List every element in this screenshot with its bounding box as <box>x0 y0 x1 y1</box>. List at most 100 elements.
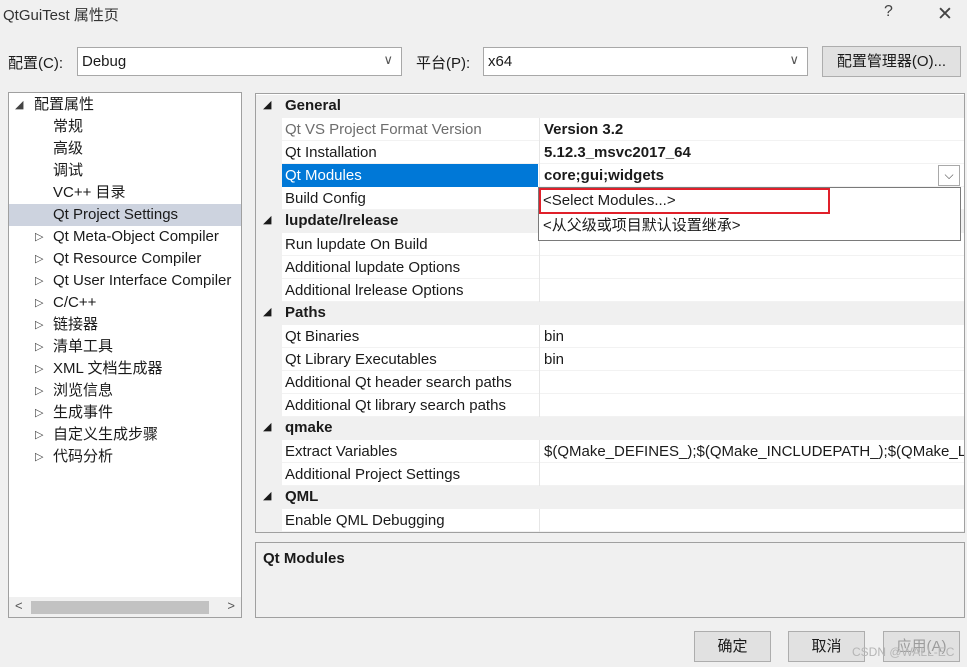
tree-item[interactable]: 高级 <box>9 138 241 160</box>
tree-item-label: C/C++ <box>53 294 97 311</box>
tree-item[interactable]: ▷ Qt User Interface Compiler <box>9 270 241 292</box>
property-value[interactable]: $(QMake_DEFINES_);$(QMake_INCLUDEPATH_);… <box>539 440 964 463</box>
tree-item[interactable]: Qt Project Settings <box>9 204 241 226</box>
window-title: QtGuiTest 属性页 <box>3 7 119 24</box>
property-name: Qt Binaries <box>285 328 360 345</box>
tree-item-label: 调试 <box>53 162 84 179</box>
row-gutter <box>256 325 282 348</box>
tree-item[interactable]: ▷ 链接器 <box>9 314 241 336</box>
property-value[interactable] <box>539 509 964 532</box>
property-name: Extract Variables <box>285 443 398 460</box>
tree-item[interactable]: ▷ 代码分析 <box>9 446 241 468</box>
tree-item-label: Qt Meta-Object Compiler <box>53 228 219 245</box>
collapse-icon[interactable]: ◢ <box>263 305 271 318</box>
horizontal-scrollbar[interactable]: < > <box>9 597 241 617</box>
expand-icon[interactable]: ▷ <box>35 402 43 424</box>
expand-icon[interactable]: ▷ <box>35 358 43 380</box>
row-gutter <box>256 256 282 279</box>
config-select[interactable]: Debug ∨ <box>77 47 402 76</box>
expand-icon[interactable]: ▷ <box>35 446 43 468</box>
tree-item[interactable]: ▷ 清单工具 <box>9 336 241 358</box>
platform-select[interactable]: x64 ∨ <box>483 47 808 76</box>
property-name: Qt Library Executables <box>285 351 437 368</box>
configuration-manager-button[interactable]: 配置管理器(O)... <box>822 46 961 77</box>
watermark: CSDN @WALL-EC <box>852 645 955 659</box>
dropdown-button[interactable]: ⌵ <box>938 165 960 186</box>
property-row[interactable]: Qt VS Project Format Version Version 3.2 <box>256 118 964 141</box>
property-row[interactable]: Enable QML Debugging <box>256 509 964 532</box>
category-row[interactable]: ◢ Paths <box>256 302 964 325</box>
tree-item[interactable]: ▷ XML 文档生成器 <box>9 358 241 380</box>
close-button[interactable]: ✕ <box>937 3 953 26</box>
help-button[interactable]: ? <box>884 3 893 21</box>
property-row[interactable]: Qt Binaries bin <box>256 325 964 348</box>
property-value[interactable]: core;gui;widgets <box>539 164 964 187</box>
property-name: Run lupdate On Build <box>285 236 428 253</box>
row-gutter <box>256 394 282 417</box>
category-label: Paths <box>285 304 326 321</box>
property-tree[interactable]: ◢ 配置属性 常规 高级 调试 VC++ 目录 Qt Project Settings ▷ Qt… <box>8 92 242 618</box>
scrollbar-thumb[interactable] <box>31 601 209 614</box>
row-gutter <box>256 164 282 187</box>
property-row[interactable]: Additional lupdate Options <box>256 256 964 279</box>
collapse-icon[interactable]: ◢ <box>15 94 23 116</box>
collapse-icon[interactable]: ◢ <box>263 489 271 502</box>
property-value[interactable] <box>539 279 964 302</box>
tree-item-label: Qt Resource Compiler <box>53 250 202 267</box>
platform-select-value: x64 <box>488 53 513 70</box>
chevron-down-icon: ∨ <box>383 52 393 67</box>
expand-icon[interactable]: ▷ <box>35 314 43 336</box>
property-row[interactable]: Additional lrelease Options <box>256 279 964 302</box>
tree-item[interactable]: VC++ 目录 <box>9 182 241 204</box>
row-gutter <box>256 463 282 486</box>
scroll-right-icon[interactable]: > <box>227 598 235 613</box>
property-value[interactable] <box>539 371 964 394</box>
tree-item[interactable]: ◢ 配置属性 <box>9 94 241 116</box>
property-value[interactable]: 5.12.3_msvc2017_64 <box>539 141 964 164</box>
property-row[interactable]: Qt Installation 5.12.3_msvc2017_64 <box>256 141 964 164</box>
row-gutter <box>256 141 282 164</box>
tree-item[interactable]: 常规 <box>9 116 241 138</box>
row-gutter <box>256 371 282 394</box>
tree-item-label: 链接器 <box>53 316 99 333</box>
ok-button[interactable]: 确定 <box>694 631 771 662</box>
category-row[interactable]: ◢ qmake <box>256 417 964 440</box>
tree-item[interactable]: ▷ C/C++ <box>9 292 241 314</box>
tree-item-label: 自定义生成步骤 <box>53 426 159 443</box>
expand-icon[interactable]: ▷ <box>35 226 43 248</box>
expand-icon[interactable]: ▷ <box>35 270 43 292</box>
property-row[interactable]: Qt Library Executables bin <box>256 348 964 371</box>
property-value[interactable] <box>539 463 964 486</box>
tree-item-label: XML 文档生成器 <box>53 360 163 377</box>
scroll-left-icon[interactable]: < <box>15 598 23 613</box>
expand-icon[interactable]: ▷ <box>35 248 43 270</box>
property-row[interactable]: Extract Variables $(QMake_DEFINES_);$(QMa… <box>256 440 964 463</box>
property-value[interactable] <box>539 394 964 417</box>
tree-item[interactable]: ▷ 自定义生成步骤 <box>9 424 241 446</box>
tree-item[interactable]: ▷ 浏览信息 <box>9 380 241 402</box>
property-row[interactable]: Additional Qt header search paths <box>256 371 964 394</box>
collapse-icon[interactable]: ◢ <box>263 420 271 433</box>
category-row[interactable]: ◢ QML <box>256 486 964 509</box>
property-name: Enable QML Debugging <box>285 512 445 529</box>
tree-item[interactable]: ▷ 生成事件 <box>9 402 241 424</box>
collapse-icon[interactable]: ◢ <box>263 98 271 111</box>
collapse-icon[interactable]: ◢ <box>263 213 271 226</box>
tree-item[interactable]: ▷ Qt Resource Compiler <box>9 248 241 270</box>
expand-icon[interactable]: ▷ <box>35 292 43 314</box>
property-row[interactable]: Additional Project Settings <box>256 463 964 486</box>
dropdown-option-inherit[interactable]: <从父级或项目默认设置继承> <box>543 214 741 235</box>
property-row[interactable]: Qt Modules core;gui;widgets ⌵ <box>256 164 964 187</box>
expand-icon[interactable]: ▷ <box>35 424 43 446</box>
property-grid[interactable]: ◢ General Qt VS Project Format Version Vers… <box>255 93 965 533</box>
tree-item[interactable]: ▷ Qt Meta-Object Compiler <box>9 226 241 248</box>
property-value[interactable]: bin <box>539 325 964 348</box>
expand-icon[interactable]: ▷ <box>35 336 43 358</box>
expand-icon[interactable]: ▷ <box>35 380 43 402</box>
property-value[interactable]: bin <box>539 348 964 371</box>
category-row[interactable]: ◢ General <box>256 95 964 118</box>
property-value[interactable] <box>539 256 964 279</box>
row-gutter <box>256 233 282 256</box>
tree-item[interactable]: 调试 <box>9 160 241 182</box>
property-row[interactable]: Additional Qt library search paths <box>256 394 964 417</box>
